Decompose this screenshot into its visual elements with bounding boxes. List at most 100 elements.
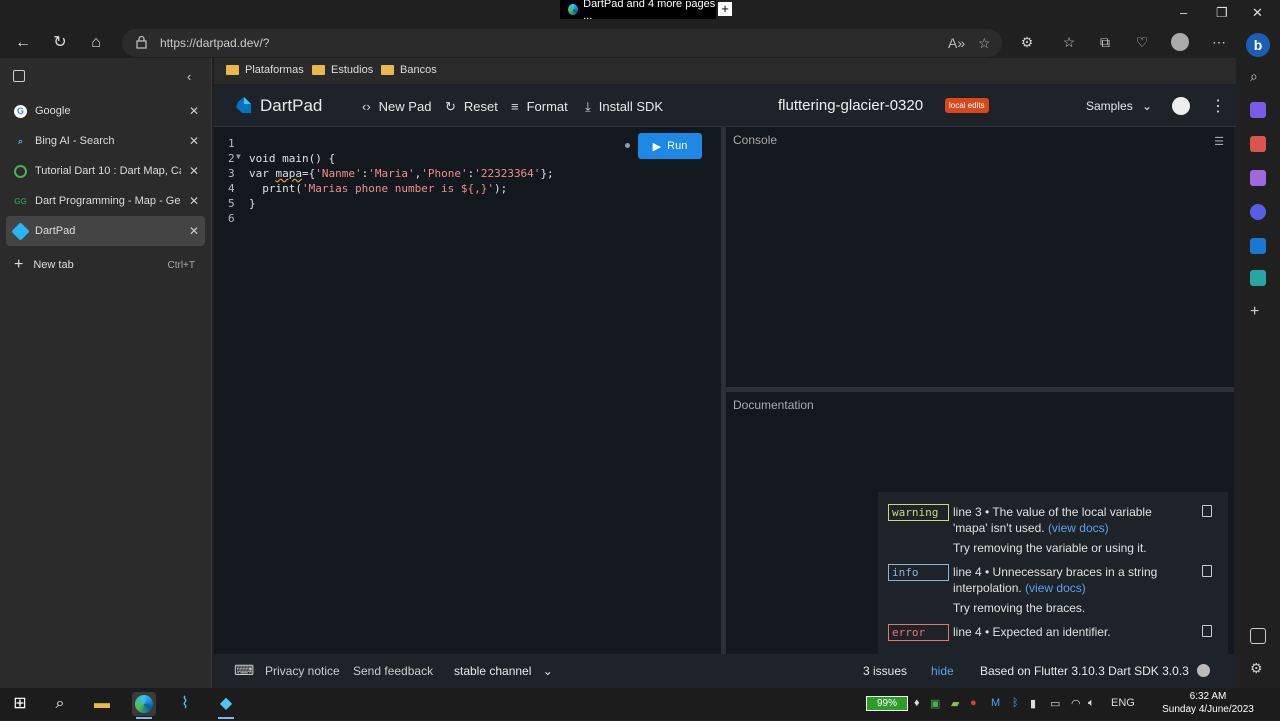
microphone-icon[interactable]: ▮	[1030, 697, 1036, 710]
record-icon[interactable]: ●	[970, 697, 977, 709]
install-sdk-button[interactable]: ⤓ Install SDK	[585, 99, 663, 115]
file-explorer-icon[interactable]: ▬	[90, 692, 114, 716]
vertical-tabs-sidebar: ‹ G Google ✕ ⌕ Bing AI - Search ✕ Tutori…	[0, 58, 212, 688]
refresh-icon[interactable]: ↻	[49, 32, 71, 54]
clear-console-icon[interactable]: ☰	[1214, 135, 1224, 148]
dartpad-footer: ⌨ Privacy notice Send feedback stable ch…	[214, 654, 1236, 688]
hide-issues-link[interactable]: hide	[931, 664, 954, 678]
address-bar[interactable]: https://dartpad.dev/? A» ☆	[122, 29, 1002, 57]
tab-tutorial-dart[interactable]: Tutorial Dart 10 : Dart Map, Cara M ✕	[6, 156, 205, 186]
refresh-icon: ↻	[445, 99, 456, 114]
favorites-icon[interactable]: ☆	[1059, 31, 1079, 53]
format-button[interactable]: ≡ Format	[511, 99, 568, 114]
extensions-icon[interactable]: ⚙	[1017, 31, 1037, 53]
nvidia-icon[interactable]: ▰	[951, 697, 959, 710]
close-tab-icon[interactable]: ✕	[189, 104, 199, 118]
window-tab[interactable]: DartPad and 4 more pages ...	[560, 0, 716, 22]
dartpad-header: DartPad ‹› New Pad ↻ Reset ≡ Format ⤓ In…	[214, 85, 1236, 127]
samples-dropdown[interactable]: Samples ⌄	[1086, 99, 1152, 113]
copy-icon[interactable]	[1202, 505, 1212, 517]
send-feedback-link[interactable]: Send feedback	[353, 664, 433, 678]
bookmarks-bar: Plataformas Estudios Bancos	[214, 58, 1236, 84]
reset-button[interactable]: ↻ Reset	[445, 99, 498, 115]
bluetooth-icon[interactable]: ᛒ	[1012, 697, 1019, 709]
more-icon[interactable]: ⋯	[1209, 31, 1229, 53]
folder-icon	[312, 65, 325, 75]
power-icon[interactable]: ♦	[914, 697, 920, 709]
sdk-version: Based on Flutter 3.10.3 Dart SDK 3.0.3	[980, 664, 1189, 678]
more-vert-icon[interactable]: ⋮	[1210, 96, 1226, 116]
search-icon[interactable]: ⌕	[1250, 68, 1266, 84]
settings-icon[interactable]: ⚙	[1250, 660, 1266, 676]
new-tab-item[interactable]: + New tab Ctrl+T	[6, 250, 205, 280]
info-icon[interactable]	[1197, 664, 1210, 677]
github-icon[interactable]	[1172, 97, 1190, 115]
channel-dropdown[interactable]: stable channel ⌄	[454, 664, 553, 678]
copy-icon[interactable]	[1202, 625, 1212, 637]
back-icon[interactable]: ←	[12, 32, 34, 54]
bing-icon[interactable]: b	[1246, 33, 1270, 57]
tab-geeks[interactable]: GG Dart Programming - Map - Geeks ✕	[6, 186, 205, 216]
tools-icon[interactable]	[1250, 136, 1266, 152]
tab-actions-icon[interactable]	[13, 70, 25, 82]
search-icon[interactable]: ⌕	[48, 692, 72, 716]
bookmark-estudios[interactable]: Estudios	[312, 64, 373, 76]
clock[interactable]: 6:32 AM Sunday 4/June/2023	[1160, 690, 1256, 716]
bookmark-bancos[interactable]: Bancos	[381, 64, 437, 76]
battery-indicator[interactable]: 99%	[866, 696, 908, 711]
code-line: 1	[228, 137, 235, 150]
close-tab-icon[interactable]: ✕	[189, 224, 199, 238]
network-icon[interactable]: ▭	[1050, 697, 1060, 710]
windows-start-icon[interactable]: ⊞	[8, 692, 32, 716]
tab-bing-ai[interactable]: ⌕ Bing AI - Search ✕	[6, 126, 205, 156]
close-tab-icon[interactable]: ✕	[189, 194, 199, 208]
profile-avatar[interactable]	[1171, 33, 1189, 51]
close-tab-icon[interactable]: ✕	[189, 134, 199, 148]
microsoft365-icon[interactable]	[1250, 204, 1266, 220]
view-docs-link[interactable]: (view docs)	[1048, 521, 1109, 535]
keyboard-icon[interactable]: ⌨	[234, 662, 254, 679]
edge-taskbar-icon[interactable]	[132, 692, 156, 719]
tab-google[interactable]: G Google ✕	[6, 96, 205, 126]
view-docs-link[interactable]: (view docs)	[1025, 581, 1086, 595]
performance-icon[interactable]: ♡	[1132, 31, 1152, 53]
volume-icon[interactable]: 🔈︎	[1088, 697, 1095, 710]
drop-icon[interactable]	[1250, 270, 1266, 286]
home-icon[interactable]: ⌂	[85, 32, 107, 54]
chevron-down-icon: ⌄	[1142, 99, 1153, 113]
read-aloud-icon[interactable]: A»	[948, 35, 965, 51]
favorite-icon[interactable]: ☆	[978, 35, 991, 52]
close-tab-icon[interactable]: ✕	[189, 164, 199, 178]
tab-dartpad[interactable]: DartPad ✕	[6, 216, 205, 246]
maximize-icon[interactable]: ❐	[1216, 5, 1228, 21]
malwarebytes-icon[interactable]: M	[991, 697, 1000, 709]
url-text: https://dartpad.dev/?	[160, 36, 270, 50]
outlook-icon[interactable]	[1250, 238, 1266, 254]
recorder-app-icon[interactable]: ◆	[214, 692, 238, 719]
bookmark-plataformas[interactable]: Plataformas	[226, 64, 304, 76]
copy-icon[interactable]	[1202, 565, 1212, 577]
add-icon[interactable]: +	[1250, 304, 1266, 320]
split-screen-icon[interactable]	[1250, 628, 1266, 644]
code-line: 6	[228, 212, 235, 225]
wifi-icon[interactable]: ◠	[1071, 697, 1081, 710]
privacy-notice-link[interactable]: Privacy notice	[265, 664, 340, 678]
monitor-app-icon[interactable]: ⌇	[173, 692, 197, 716]
games-icon[interactable]	[1250, 170, 1266, 186]
new-tab-button[interactable]: +	[718, 2, 732, 16]
collapse-sidebar-icon[interactable]: ‹	[187, 69, 191, 84]
folder-icon	[226, 65, 239, 75]
tray-app-icon[interactable]: ▣	[930, 697, 940, 710]
collections-icon[interactable]: ⧉	[1095, 31, 1115, 53]
close-window-icon[interactable]: ✕	[1252, 5, 1263, 21]
fold-arrow-icon[interactable]: ▼	[236, 152, 241, 161]
minimize-icon[interactable]: –	[1180, 5, 1187, 20]
documentation-label: Documentation	[733, 398, 814, 412]
new-pad-button[interactable]: ‹› New Pad	[362, 99, 431, 114]
dart-logo-icon	[236, 97, 251, 113]
code-editor[interactable]: ▶ Run 1 2 ▼ void main() { 3 var mapa={'N…	[214, 127, 721, 654]
lock-icon	[136, 36, 147, 49]
language-indicator[interactable]: ENG	[1111, 697, 1135, 709]
shopping-icon[interactable]	[1250, 102, 1266, 118]
issues-count: 3 issues	[863, 664, 908, 678]
